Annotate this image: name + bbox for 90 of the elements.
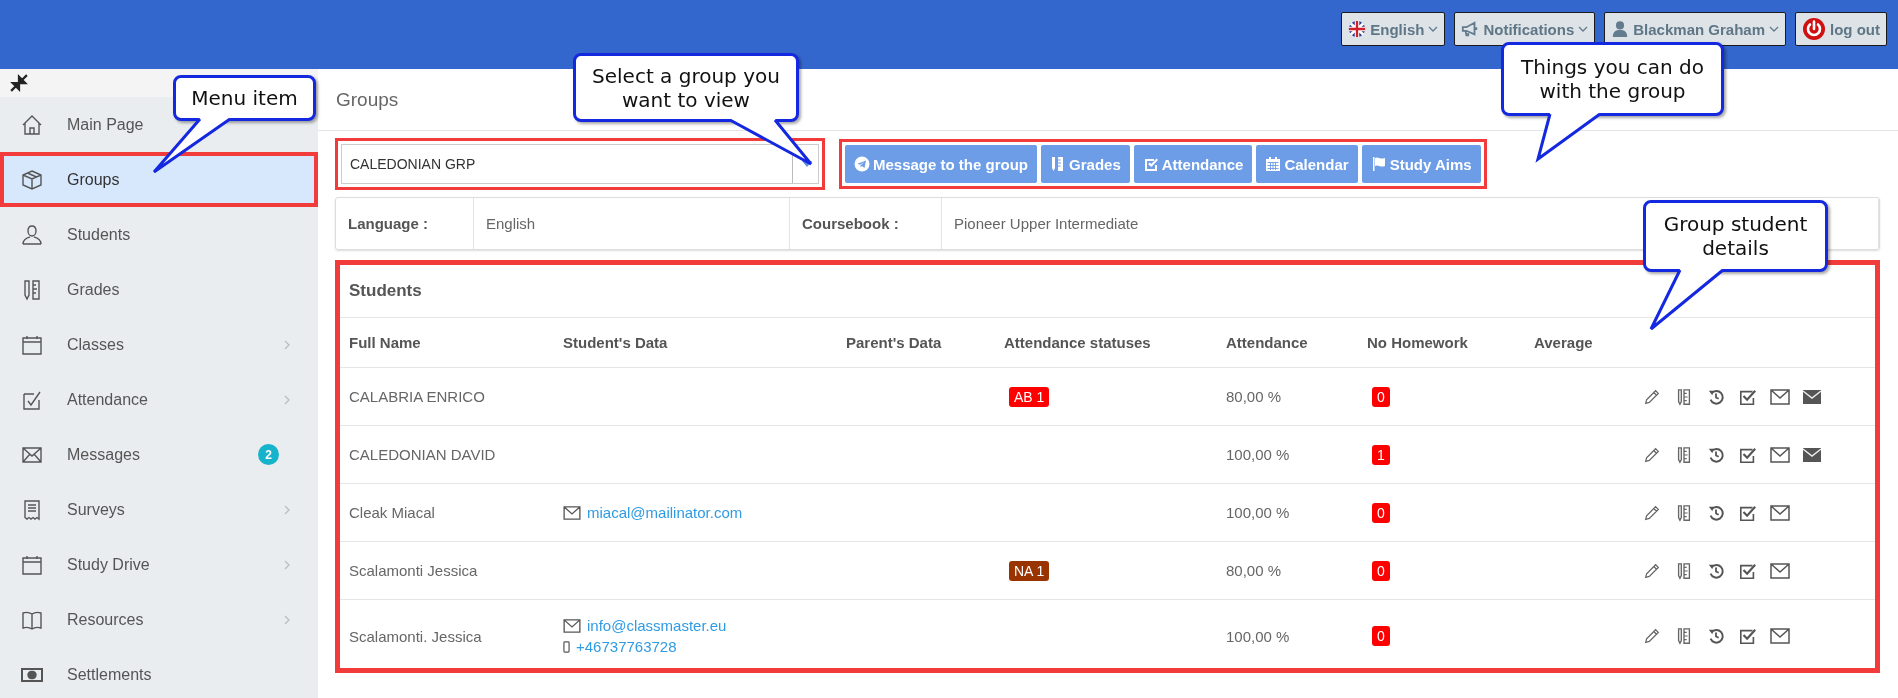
logout-button[interactable]: log out (1795, 12, 1887, 46)
table-cell-text: Scalamonti Jessica (349, 562, 479, 579)
envelope-icon (563, 505, 581, 520)
pencil-icon[interactable] (1642, 387, 1662, 406)
count-badge: 0 (1372, 502, 1390, 523)
sidebar-item[interactable]: Students (20, 222, 131, 247)
chevron-right-icon (282, 558, 292, 571)
checkbox-icon[interactable] (1738, 561, 1758, 580)
chevron-down-icon (1769, 24, 1779, 34)
phone-icon (563, 640, 570, 653)
table-cell-text: Cleak Miacal (349, 504, 436, 521)
checkbox-icon[interactable] (1738, 387, 1758, 406)
chevron-down-icon (1428, 24, 1439, 34)
envelope-icon[interactable] (1770, 387, 1790, 406)
table-cell-text: 100,00 % (1226, 627, 1291, 645)
sidebar-item[interactable]: Settlements (20, 662, 152, 687)
sidebar-item[interactable]: Groups (20, 167, 120, 192)
chevron-right-icon (282, 338, 292, 351)
group-select[interactable]: CALEDONIAN GRP (341, 144, 819, 184)
column-header: Attendance (1226, 334, 1309, 351)
table-cell-text: 80,00 % (1226, 562, 1283, 579)
envelope-icon[interactable] (1770, 445, 1790, 464)
history-icon[interactable] (1706, 503, 1726, 522)
table-cell-text: Scalamonti. Jessica (349, 627, 483, 645)
info-label: Coursebook : (790, 198, 942, 249)
history-icon[interactable] (1706, 561, 1726, 580)
pencil-icon[interactable] (1642, 627, 1662, 645)
collapse-icon[interactable] (10, 74, 28, 92)
table-cell-text: 100,00 % (1226, 504, 1291, 521)
column-header: No Homework (1367, 334, 1469, 351)
pencil-icon[interactable] (1642, 445, 1662, 464)
column-header: Student's Data (563, 334, 669, 351)
cube-icon (20, 167, 44, 192)
user-icon (1611, 20, 1630, 38)
sidebar-item[interactable]: Classes (20, 332, 124, 357)
table-cell-text: CALEDONIAN DAVID (349, 446, 497, 463)
history-icon[interactable] (1706, 627, 1726, 645)
pencil-icon[interactable] (1642, 561, 1662, 580)
status-badge: AB 1 (1009, 386, 1050, 407)
sidebar-item[interactable]: Main Page (20, 112, 144, 137)
sidebar-item[interactable]: Study Drive (20, 552, 150, 577)
history-icon[interactable] (1706, 445, 1726, 464)
menu-button[interactable]: English (1341, 12, 1446, 46)
envelope-icon (563, 618, 581, 633)
sidebar-item[interactable]: Grades (20, 277, 120, 302)
count-badge: 0 (1372, 626, 1390, 646)
table-cell-text: 100,00 % (1226, 446, 1291, 463)
sidebar-item[interactable]: Messages (20, 442, 140, 467)
envelope-icon[interactable] (1770, 561, 1790, 580)
flag-icon (1348, 20, 1367, 38)
sidebar-item[interactable]: Resources (20, 607, 144, 632)
info-value: English (474, 198, 790, 249)
chevron-right-icon (282, 503, 292, 516)
table-cell-text: CALABRIA ENRICO (349, 388, 486, 405)
envelope-icon[interactable] (1802, 445, 1822, 464)
paper-plane-icon (854, 156, 870, 172)
checkbox-icon (1142, 156, 1159, 172)
table-cell-text: 80,00 % (1226, 388, 1283, 405)
calendar-icon (1265, 156, 1282, 172)
menu-button[interactable]: Notifications (1454, 12, 1596, 46)
callout: Menu item (173, 75, 316, 121)
history-icon[interactable] (1706, 387, 1726, 406)
megaphone-icon (1461, 20, 1480, 38)
checkbox-icon[interactable] (1738, 503, 1758, 522)
column-header: Full Name (349, 334, 422, 351)
envelope-icon[interactable] (1770, 627, 1790, 645)
caret-down-icon (802, 161, 812, 167)
sidebar-item[interactable]: Surveys (20, 497, 125, 522)
count-badge: 0 (1372, 386, 1390, 407)
checkbox-icon[interactable] (1738, 445, 1758, 464)
column-header: Parent's Data (846, 334, 943, 351)
sidebar-item[interactable]: Attendance (20, 387, 148, 412)
info-label: Language : (336, 198, 474, 249)
flag-icon (1370, 156, 1387, 172)
count-badge: 0 (1372, 560, 1390, 581)
user-icon (20, 222, 44, 247)
envelope-icon[interactable] (1802, 387, 1822, 406)
chevron-right-icon (282, 393, 292, 406)
pencil-icon[interactable] (1642, 503, 1662, 522)
chevron-right-icon (282, 613, 292, 626)
count-badge: 1 (1372, 444, 1390, 465)
column-header: Average (1534, 334, 1594, 351)
chevron-down-icon (1578, 24, 1589, 34)
checkbox-icon[interactable] (1738, 627, 1758, 645)
status-badge: NA 1 (1009, 560, 1050, 581)
column-header: Attendance statuses (1004, 334, 1152, 351)
count-badge: 2 (258, 444, 279, 465)
menu-button[interactable]: Blackman Graham (1604, 12, 1786, 46)
power-icon (1802, 17, 1826, 41)
envelope-icon[interactable] (1770, 503, 1790, 522)
